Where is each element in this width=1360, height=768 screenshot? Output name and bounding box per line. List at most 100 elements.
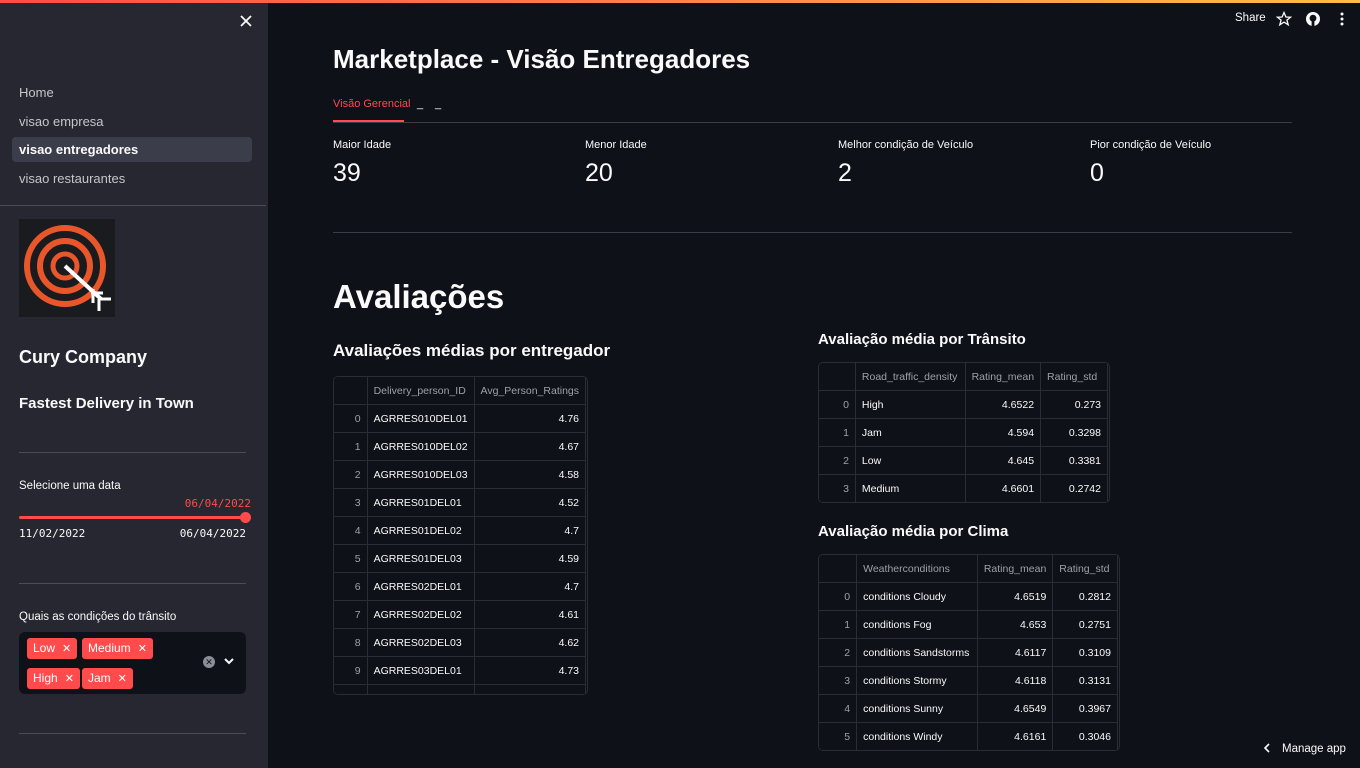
table-row[interactable]: 6 AGRRES02DEL01 4.7: [334, 572, 587, 601]
date-slider-thumb[interactable]: [240, 512, 251, 523]
close-sidebar-button[interactable]: [236, 10, 256, 32]
chevron-left-icon: [1263, 743, 1270, 753]
table-cell: 0.3298: [1040, 418, 1108, 447]
table-header-row: Road_traffic_density Rating_mean Rating_st…: [819, 363, 1108, 391]
column-header[interactable]: Rating_std: [1052, 555, 1118, 583]
share-button[interactable]: Share: [1235, 12, 1266, 24]
nav-item-home[interactable]: Home: [12, 80, 252, 105]
table-row[interactable]: 3 conditions Stormy 4.6118 0.3131: [819, 666, 1118, 695]
nav-item-visao-empresa[interactable]: visao empresa: [12, 109, 252, 134]
table-cell: 4.6117: [976, 638, 1054, 667]
traffic-tag-medium[interactable]: Medium ✕: [82, 638, 153, 659]
table-cell: 4.6522: [964, 390, 1042, 419]
metric-label: Menor Idade: [585, 139, 647, 151]
remove-tag-icon[interactable]: ✕: [138, 643, 147, 655]
table-row[interactable]: 1 AGRRES010DEL02 4.67: [334, 432, 587, 461]
traffic-tag-high[interactable]: High ✕: [27, 668, 80, 689]
table-cell: 0.3131: [1052, 666, 1118, 695]
table-cell: 0.2751: [1052, 610, 1118, 639]
sidebar: Home visao empresa visao entregadores vi…: [0, 0, 268, 768]
remove-tag-icon[interactable]: ✕: [62, 643, 71, 655]
table-row[interactable]: 3 AGRRES01DEL01 4.52: [334, 488, 587, 517]
row-index: 0: [819, 390, 856, 419]
row-index: 8: [334, 628, 368, 657]
column-header[interactable]: Road_traffic_density: [854, 363, 966, 391]
row-index: 2: [819, 638, 858, 667]
clear-selection-icon[interactable]: ✕: [203, 656, 215, 668]
table-row[interactable]: 2 AGRRES010DEL03 4.58: [334, 460, 587, 489]
column-header[interactable]: [819, 363, 856, 391]
table-cell: AGRRES010DEL03: [366, 460, 475, 489]
column-header[interactable]: Weatherconditions: [856, 555, 978, 583]
table-cell: conditions Sunny: [856, 694, 978, 723]
tag-label: Jam: [88, 671, 111, 685]
column-header[interactable]: Rating_mean: [976, 555, 1054, 583]
table-row[interactable]: 1 conditions Fog 4.653 0.2751: [819, 610, 1118, 639]
table-row[interactable]: 8 AGRRES02DEL03 4.62: [334, 628, 587, 657]
column-header[interactable]: Rating_std: [1040, 363, 1108, 391]
table-row[interactable]: 5 conditions Windy 4.6161 0.3046: [819, 722, 1118, 750]
row-index: 3: [819, 474, 856, 502]
table-row[interactable]: 0 conditions Cloudy 4.6519 0.2812: [819, 582, 1118, 611]
metric-value: 39: [333, 159, 361, 187]
table-cell: 4.7: [473, 572, 587, 601]
star-icon[interactable]: [1276, 11, 1292, 27]
table-row[interactable]: 4 AGRRES01DEL02 4.7: [334, 516, 587, 545]
table-row[interactable]: 5 AGRRES01DEL03 4.59: [334, 544, 587, 573]
table-cell: AGRRES03DEL01: [366, 656, 475, 685]
table-row[interactable]: 7 AGRRES02DEL02 4.61: [334, 600, 587, 629]
table-row[interactable]: 3 Medium 4.6601 0.2742: [819, 474, 1108, 502]
traffic-table[interactable]: Road_traffic_density Rating_mean Rating_st…: [818, 362, 1110, 503]
table-cell: AGRRES02DEL02: [366, 600, 475, 629]
column-header[interactable]: [334, 377, 368, 405]
column-header[interactable]: Avg_Person_Ratings: [473, 377, 587, 405]
table-row[interactable]: 0 AGRRES010DEL01 4.76: [334, 404, 587, 433]
chevron-down-icon[interactable]: [222, 653, 236, 669]
ratings-table-grid: Delivery_person_ID Avg_Person_Ratings 0 AGR…: [334, 377, 587, 694]
traffic-multiselect[interactable]: Low ✕ Medium ✕ High ✕ Jam ✕ ✕: [19, 632, 246, 694]
traffic-tag-low[interactable]: Low ✕: [27, 638, 78, 659]
table-row[interactable]: 2 Low 4.645 0.3381: [819, 446, 1108, 475]
metric-value: 2: [838, 159, 852, 187]
tab-2[interactable]: _: [417, 98, 423, 110]
more-vertical-icon[interactable]: [1334, 11, 1350, 27]
remove-tag-icon[interactable]: ✕: [65, 673, 74, 685]
nav-item-visao-restaurantes[interactable]: visao restaurantes: [12, 166, 252, 191]
metric-label: Pior condição de Veículo: [1090, 139, 1212, 151]
column-header[interactable]: Delivery_person_ID: [366, 377, 475, 405]
row-index: 0: [334, 404, 368, 433]
github-icon[interactable]: [1305, 11, 1321, 27]
remove-tag-icon[interactable]: ✕: [118, 673, 127, 685]
section-divider: [333, 232, 1292, 233]
tab-visao-gerencial[interactable]: Visão Gerencial: [333, 98, 410, 110]
date-slider-track[interactable]: [19, 516, 246, 519]
traffic-table-grid: Road_traffic_density Rating_mean Rating_st…: [819, 363, 1108, 502]
table-cell: 4.76: [473, 404, 587, 433]
table-row[interactable]: 0 High 4.6522 0.273: [819, 390, 1108, 419]
traffic-tag-jam[interactable]: Jam ✕: [82, 668, 133, 689]
table-row[interactable]: 2 conditions Sandstorms 4.6117 0.3109: [819, 638, 1118, 667]
table-cell: 0.2742: [1040, 474, 1108, 502]
tab-3[interactable]: _: [435, 98, 441, 110]
page-title: Marketplace - Visão Entregadores: [333, 44, 751, 74]
row-index: 1: [819, 610, 858, 639]
table-cell: AGRRES01DEL01: [366, 488, 475, 517]
date-slider-min: 11/02/2022: [19, 527, 86, 540]
table-row[interactable]: 1 Jam 4.594 0.3298: [819, 418, 1108, 447]
table-row[interactable]: 4 conditions Sunny 4.6549 0.3967: [819, 694, 1118, 723]
table-cell: AGRRES02DEL01: [366, 572, 475, 601]
table-cell: 4.6161: [976, 722, 1054, 750]
table-row[interactable]: 9 AGRRES03DEL01 4.73: [334, 656, 587, 685]
table-header-row: Weatherconditions Rating_mean Rating_std: [819, 555, 1118, 583]
column-header[interactable]: [819, 555, 858, 583]
nav-item-visao-entregadores[interactable]: visao entregadores: [12, 137, 252, 162]
date-slider-value: 06/04/2022: [184, 497, 251, 510]
ratings-table[interactable]: Delivery_person_ID Avg_Person_Ratings 0 AGR…: [333, 376, 588, 695]
table-cell: 4.594: [964, 418, 1042, 447]
manage-app-button[interactable]: Manage app: [1262, 743, 1346, 755]
column-header[interactable]: Rating_mean: [964, 363, 1042, 391]
tag-label: Low: [33, 641, 56, 655]
table-cell: 4.73: [473, 656, 587, 685]
row-index: 6: [334, 572, 368, 601]
weather-table[interactable]: Weatherconditions Rating_mean Rating_std 0 c…: [818, 554, 1120, 751]
